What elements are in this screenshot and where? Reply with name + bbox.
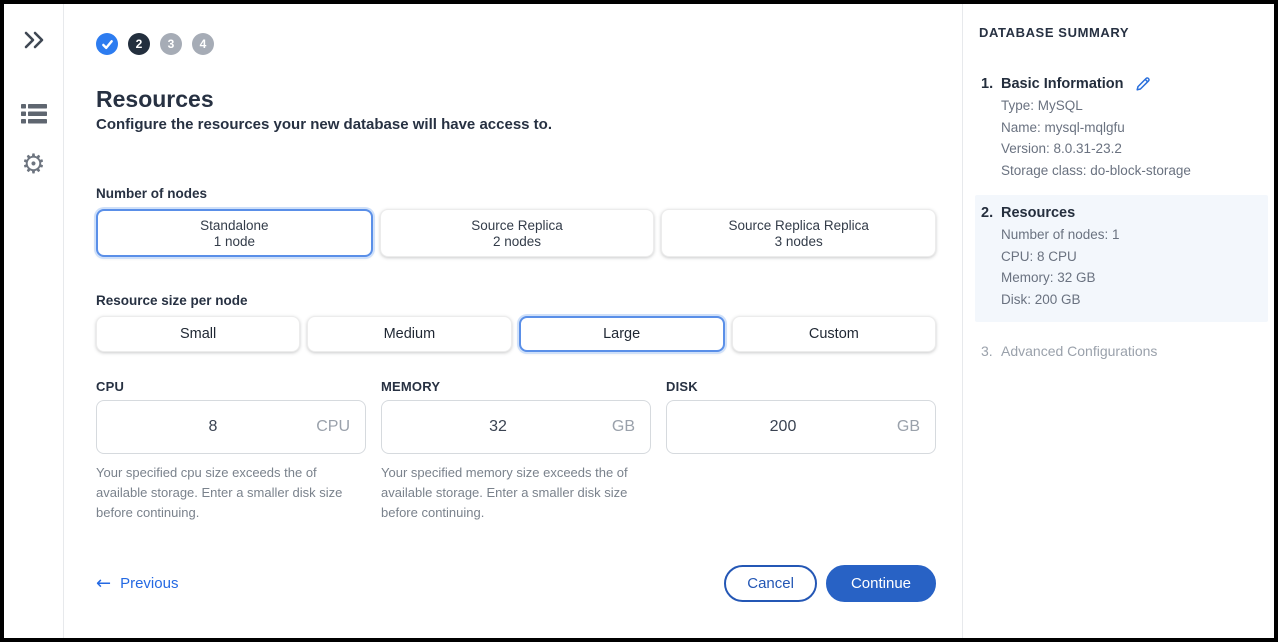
summary-item: CPU: 8 CPU [1001,246,1260,268]
memory-input[interactable] [381,400,651,454]
continue-button[interactable]: Continue [826,565,936,602]
nav-list-icon[interactable] [18,98,50,130]
pencil-icon [1135,75,1152,92]
settings-gear-icon[interactable]: ⚙ [18,148,50,180]
step-4-upcoming[interactable]: 4 [192,33,214,55]
step-1-complete[interactable] [96,33,118,55]
database-summary-panel: DATABASE SUMMARY 1. Basic Information Ty… [962,4,1274,638]
summary-item: Name: mysql-mqlgfu [1001,117,1260,139]
left-icon-rail: ⚙ [4,4,64,638]
summary-title: DATABASE SUMMARY [979,25,1260,40]
node-option-title: Source Replica Replica [729,218,869,233]
summary-item: Memory: 32 GB [1001,267,1260,289]
previous-label: Previous [120,575,178,592]
node-count-options: Standalone 1 node Source Replica 2 nodes… [96,209,936,257]
nodes-section-label: Number of nodes [96,186,936,201]
memory-field-group: MEMORY GB Your specified memory size exc… [381,379,651,523]
summary-item: Disk: 200 GB [1001,289,1260,311]
disk-field-label: DISK [666,379,936,394]
node-option-subtitle: 2 nodes [493,234,541,249]
section-name: Resources [1001,205,1075,221]
cpu-input[interactable] [96,400,366,454]
step-2-current[interactable]: 2 [128,33,150,55]
cpu-error-text: Your specified cpu size exceeds the of a… [96,463,366,523]
size-section-label: Resource size per node [96,293,936,308]
node-option-source-replica[interactable]: Source Replica 2 nodes [380,209,655,257]
node-option-subtitle: 3 nodes [775,234,823,249]
summary-item: Storage class: do-block-storage [1001,160,1260,182]
section-number: 1. [981,76,997,92]
size-option-small[interactable]: Small [96,316,300,352]
node-option-standalone[interactable]: Standalone 1 node [96,209,373,257]
cpu-field-label: CPU [96,379,366,394]
app-window: ⚙ 2 3 4 Resources Configure the resource… [4,4,1274,638]
page-subtitle: Configure the resources your new databas… [96,116,936,133]
size-option-custom[interactable]: Custom [732,316,936,352]
size-option-medium[interactable]: Medium [307,316,511,352]
section-name: Basic Information [1001,76,1123,92]
section-name: Advanced Configurations [1001,343,1157,359]
section-number: 3. [981,343,997,359]
check-icon [101,38,114,51]
wizard-stepper: 2 3 4 [96,33,936,55]
node-option-subtitle: 1 node [214,234,255,249]
size-option-large[interactable]: Large [519,316,725,352]
wizard-footer: ← Previous Cancel Continue [96,565,936,602]
wizard-main: 2 3 4 Resources Configure the resources … [64,4,962,638]
cpu-field-group: CPU CPU Your specified cpu size exceeds … [96,379,366,523]
node-option-source-replica-replica[interactable]: Source Replica Replica 3 nodes [661,209,936,257]
previous-link[interactable]: ← Previous [96,575,178,593]
gear-glyph: ⚙ [21,151,45,178]
node-option-title: Standalone [200,218,268,233]
cancel-button[interactable]: Cancel [724,565,817,602]
summary-item: Version: 8.0.31-23.2 [1001,138,1260,160]
section-number: 2. [981,205,997,221]
node-option-title: Source Replica [471,218,563,233]
back-arrow-icon: ← [96,575,111,593]
resource-fields: CPU CPU Your specified cpu size exceeds … [96,379,936,523]
disk-input[interactable] [666,400,936,454]
summary-item: Number of nodes: 1 [1001,224,1260,246]
memory-field-label: MEMORY [381,379,651,394]
step-3-upcoming[interactable]: 3 [160,33,182,55]
summary-item: Type: MySQL [1001,95,1260,117]
summary-section-resources: 2. Resources Number of nodes: 1 CPU: 8 C… [975,195,1268,322]
size-options: Small Medium Large Custom [96,316,936,352]
page-title: Resources [96,86,936,113]
edit-basic-information-button[interactable] [1135,75,1152,92]
memory-error-text: Your specified memory size exceeds the o… [381,463,651,523]
window-frame: ⚙ 2 3 4 Resources Configure the resource… [0,0,1278,642]
disk-field-group: DISK GB [666,379,936,523]
collapse-sidebar-icon[interactable] [18,24,50,56]
summary-section-basic-information: 1. Basic Information Type: MySQL Name: m… [979,75,1260,181]
summary-section-advanced-configurations: 3. Advanced Configurations [979,343,1260,359]
